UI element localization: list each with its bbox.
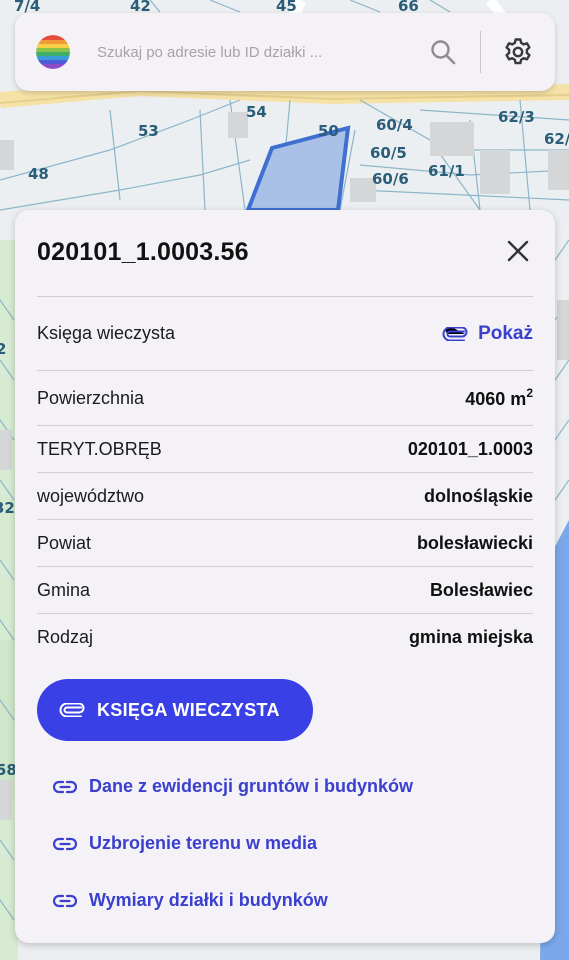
paperclip-icon <box>442 326 468 341</box>
link-dimensions[interactable]: Wymiary działki i budynków <box>53 872 413 929</box>
attribute-row-voivodeship: województwo dolnośląskie <box>37 473 533 520</box>
links-list: Dane z ewidencji gruntów i budynków Uzbr… <box>53 758 413 929</box>
land-register-button[interactable]: KSIĘGA WIECZYSTA <box>37 679 313 741</box>
attribute-row-type: Rodzaj gmina miejska <box>37 614 533 661</box>
parcel-id-title: 020101_1.0003.56 <box>37 238 249 266</box>
attribute-value: bolesławiecki <box>416 532 533 553</box>
attribute-value: dolnośląskie <box>423 485 533 506</box>
attribute-row-commune: Gmina Bolesławiec <box>37 567 533 614</box>
attribute-value: gmina miejska <box>408 627 533 647</box>
search-input[interactable] <box>97 43 428 61</box>
link-label: Dane z ewidencji gruntów i budynków <box>89 776 414 796</box>
close-icon <box>507 240 529 262</box>
map-parcel-label: 60/5 <box>370 144 407 162</box>
attribute-key: Gmina <box>37 579 91 600</box>
map-parcel-label: 53 <box>138 122 159 140</box>
link-icon <box>53 837 77 850</box>
parcel-details-card: 020101_1.0003.56 Księga wieczysta Pokaż … <box>15 210 555 943</box>
map-parcel-label: 62/3 <box>498 108 535 126</box>
land-register-label: Księga wieczysta <box>37 323 176 343</box>
map-parcel-label: 60/4 <box>376 116 413 134</box>
link-icon <box>53 780 77 793</box>
show-label: Pokaż <box>478 322 533 344</box>
land-register-row: Księga wieczysta Pokaż <box>37 297 533 370</box>
attribute-key: TERYT.OBRĘB <box>37 438 162 459</box>
attribute-key: Powierzchnia <box>37 387 145 408</box>
paperclip-icon <box>59 703 85 717</box>
attribute-value: Bolesławiec <box>429 579 533 600</box>
search-bar <box>15 13 555 91</box>
map-parcel-label: 61/1 <box>428 162 465 180</box>
attribute-row-area: Powierzchnia 4060 m2 <box>37 371 533 426</box>
attribute-value: 4060 m2 <box>465 386 533 409</box>
link-label: Uzbrojenie terenu w media <box>89 833 318 853</box>
card-header: 020101_1.0003.56 <box>15 210 555 296</box>
attribute-key: Powiat <box>37 532 92 553</box>
map-parcel-label: 54 <box>246 103 267 121</box>
attribute-value: 020101_1.0003 <box>407 438 533 459</box>
link-icon <box>53 894 77 907</box>
map-parcel-label: 48 <box>28 165 49 183</box>
map-parcel-label: 50 <box>318 122 339 140</box>
link-land-records[interactable]: Dane z ewidencji gruntów i budynków <box>53 758 413 815</box>
attribute-row-county: Powiat bolesławiecki <box>37 520 533 567</box>
map-parcel-label: 62/ <box>544 130 569 148</box>
close-button[interactable] <box>503 236 533 266</box>
search-icon[interactable] <box>428 37 458 67</box>
app-logo-icon[interactable] <box>36 35 70 69</box>
link-label: Wymiary działki i budynków <box>89 890 328 910</box>
map-parcel-label: 32 <box>0 499 15 517</box>
gear-icon[interactable] <box>481 13 555 91</box>
map-parcel-label: 60/6 <box>372 170 409 188</box>
attribute-row-teryt: TERYT.OBRĘB 020101_1.0003 <box>37 426 533 473</box>
attribute-key: województwo <box>37 485 145 506</box>
attribute-key: Rodzaj <box>37 627 94 647</box>
map-parcel-label: 2 <box>0 340 7 358</box>
attributes-table: Powierzchnia 4060 m2 TERYT.OBRĘB 020101_… <box>37 371 533 661</box>
link-utilities[interactable]: Uzbrojenie terenu w media <box>53 815 413 872</box>
show-land-register-link[interactable]: Pokaż <box>442 323 533 345</box>
land-register-button-label: KSIĘGA WIECZYSTA <box>97 699 280 720</box>
